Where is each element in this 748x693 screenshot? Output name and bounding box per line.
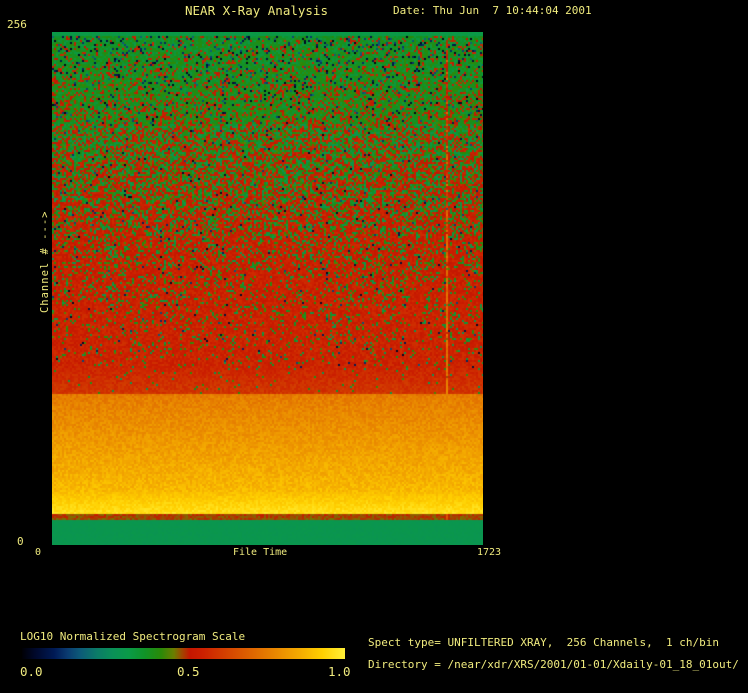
directory-info: Directory = /near/xdr/XRS/2001/01-01/Xda… (368, 658, 739, 671)
xray-analysis-window: NEAR X-Ray Analysis Date: Thu Jun 7 10:4… (0, 0, 748, 693)
x-axis-max-label: 1723 (477, 547, 502, 558)
spectrogram-heatmap (52, 32, 483, 545)
y-axis-label: Channel # ---> (39, 210, 52, 314)
colorbar-label: LOG10 Normalized Spectrogram Scale (20, 630, 246, 643)
x-axis-label: File Time (233, 547, 288, 558)
date-label: Date: Thu Jun 7 10:44:04 2001 (393, 4, 592, 17)
colorbar-tick-mid: 0.5 (177, 664, 200, 679)
colorbar-tick-max: 1.0 (328, 664, 351, 679)
colorbar-tick-min: 0.0 (20, 664, 43, 679)
spect-type-info: Spect type= UNFILTERED XRAY, 256 Channel… (368, 636, 719, 649)
y-axis-min-label: 0 (17, 535, 24, 548)
page-title: NEAR X-Ray Analysis (185, 3, 328, 18)
x-axis-min-label: 0 (35, 547, 42, 558)
y-axis-max-label: 256 (7, 18, 27, 31)
colorbar-gradient (22, 648, 345, 659)
